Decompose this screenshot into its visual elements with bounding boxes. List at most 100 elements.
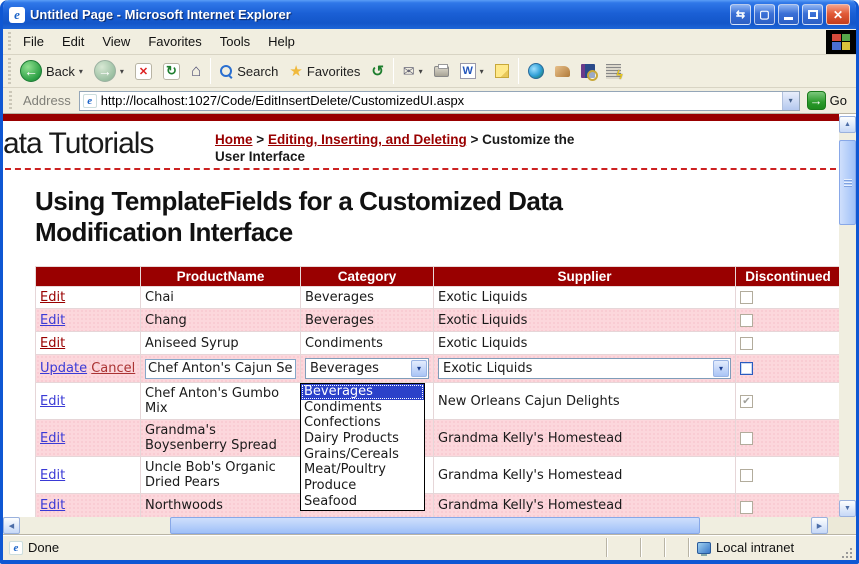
discontinued-checkbox xyxy=(740,291,753,304)
stop-button[interactable]: ✕ xyxy=(130,61,157,82)
scroll-left-button[interactable]: ◀ xyxy=(3,517,20,534)
zone-label: Local intranet xyxy=(716,540,794,555)
table-row: Edit Chef Anton's Gumbo Mix New Orleans … xyxy=(36,383,841,420)
breadcrumb: Home > Editing, Inserting, and Deleting … xyxy=(215,131,577,165)
favorites-button[interactable]: ★ Favorites xyxy=(284,60,365,82)
select-arrow-icon[interactable]: ▾ xyxy=(411,360,427,377)
title-bar: e Untitled Page - Microsoft Internet Exp… xyxy=(3,0,856,29)
toolbar-grip[interactable] xyxy=(8,58,11,84)
header-supplier: Supplier xyxy=(434,267,736,287)
supplier-cell: Exotic Liquids xyxy=(434,287,736,309)
window-arrows-button[interactable]: ⇆ xyxy=(730,4,751,25)
edit-link[interactable]: Edit xyxy=(40,468,65,483)
scrollbar-corner xyxy=(839,517,856,534)
select-arrow-icon[interactable]: ▾ xyxy=(713,360,729,377)
dropdown-option[interactable]: Confections xyxy=(301,415,424,431)
window-popout-button[interactable]: ▢ xyxy=(754,4,775,25)
toolbar-grip[interactable] xyxy=(8,32,11,51)
discontinued-checkbox xyxy=(740,501,753,514)
menu-view[interactable]: View xyxy=(93,31,139,52)
dropdown-option[interactable]: Grains/Cereals xyxy=(301,447,424,463)
cancel-link[interactable]: Cancel xyxy=(91,361,135,376)
window-title: Untitled Page - Microsoft Internet Explo… xyxy=(30,7,725,22)
table-row: Edit Uncle Bob's Organic Dried Pears Gra… xyxy=(36,457,841,494)
menu-edit[interactable]: Edit xyxy=(53,31,93,52)
history-button[interactable]: ↺ xyxy=(366,60,389,82)
scroll-up-button[interactable]: ▲ xyxy=(839,116,856,133)
globe-search-icon xyxy=(528,63,544,79)
products-gridview: ProductName Category Supplier Discontinu… xyxy=(35,266,841,531)
address-url[interactable]: http://localhost:1027/Code/EditInsertDel… xyxy=(101,93,778,108)
search-label: Search xyxy=(237,64,278,79)
update-link[interactable]: Update xyxy=(40,361,87,376)
local-intranet-icon xyxy=(697,542,711,554)
category-cell: Condiments xyxy=(301,332,434,355)
category-select[interactable]: Beverages ▾ xyxy=(305,358,429,379)
vertical-scrollbar[interactable]: ▲ ▼ xyxy=(839,116,856,517)
discontinued-checkbox-checked: ✔ xyxy=(740,395,753,408)
edit-link[interactable]: Edit xyxy=(40,394,65,409)
chevron-down-icon: ▾ xyxy=(79,67,83,76)
product-name-input[interactable] xyxy=(145,359,296,379)
toolbar-grip[interactable] xyxy=(9,91,12,110)
home-button[interactable]: ⌂ xyxy=(186,59,206,83)
address-input[interactable]: e http://localhost:1027/Code/EditInsertD… xyxy=(79,91,800,111)
scroll-right-button[interactable]: ▶ xyxy=(811,517,828,534)
minimize-icon xyxy=(784,17,793,20)
scroll-down-button[interactable]: ▼ xyxy=(839,500,856,517)
search-button[interactable]: Search xyxy=(215,62,283,81)
dropdown-option[interactable]: Produce xyxy=(301,478,424,494)
mail-button[interactable]: ✉ ▾ xyxy=(398,61,428,82)
refresh-button[interactable]: ↻ xyxy=(158,61,185,82)
edit-link[interactable]: Edit xyxy=(40,431,65,446)
ie-logo-icon: e xyxy=(9,7,25,23)
horizontal-scrollbar[interactable]: ◀ ▶ xyxy=(3,517,828,534)
horizontal-scroll-thumb[interactable] xyxy=(170,517,700,534)
breadcrumb-section-link[interactable]: Editing, Inserting, and Deleting xyxy=(268,132,467,147)
menu-favorites[interactable]: Favorites xyxy=(139,31,210,52)
go-button[interactable]: → Go xyxy=(805,90,853,111)
supplier-select[interactable]: Exotic Liquids ▾ xyxy=(438,358,731,379)
refresh-icon: ↻ xyxy=(163,63,180,80)
edit-link[interactable]: Edit xyxy=(40,290,65,305)
vertical-scroll-thumb[interactable] xyxy=(839,140,856,225)
product-cell: Chef Anton's Gumbo Mix xyxy=(141,383,301,420)
security-zone: Local intranet xyxy=(688,538,838,557)
notes-button[interactable] xyxy=(490,62,514,80)
close-button[interactable]: ✕ xyxy=(826,4,850,25)
menu-file[interactable]: File xyxy=(14,31,53,52)
edit-link[interactable]: Edit xyxy=(40,336,65,351)
discontinued-checkbox xyxy=(740,337,753,350)
edit-link[interactable]: Edit xyxy=(40,498,65,513)
menu-tools[interactable]: Tools xyxy=(211,31,259,52)
messenger-icon xyxy=(555,66,570,77)
back-button[interactable]: ← Back ▾ xyxy=(15,58,88,84)
encoder-button[interactable] xyxy=(601,62,626,81)
table-row: Edit Aniseed Syrup Condiments Exotic Liq… xyxy=(36,332,841,355)
dropdown-option[interactable]: Condiments xyxy=(301,400,424,416)
favorites-star-icon: ★ xyxy=(289,62,302,80)
dropdown-option[interactable]: Dairy Products xyxy=(301,431,424,447)
web-search-button[interactable] xyxy=(523,61,549,81)
discontinued-checkbox[interactable] xyxy=(740,362,753,375)
dropdown-option-selected[interactable]: Beverages xyxy=(301,384,424,400)
resize-grip[interactable] xyxy=(838,544,854,560)
forward-button[interactable]: → ▾ xyxy=(89,58,129,84)
research-button[interactable] xyxy=(576,62,600,80)
breadcrumb-home-link[interactable]: Home xyxy=(215,132,253,147)
messenger-button[interactable] xyxy=(550,64,575,79)
toolbar-separator xyxy=(518,58,519,84)
dropdown-option[interactable]: Seafood xyxy=(301,494,424,510)
standard-toolbar: ← Back ▾ → ▾ ✕ ↻ ⌂ Search ★ Favorites ↺ xyxy=(3,55,856,88)
home-icon: ⌂ xyxy=(191,61,201,81)
edit-link[interactable]: Edit xyxy=(40,313,65,328)
minimize-button[interactable] xyxy=(778,4,799,25)
dropdown-option[interactable]: Meat/Poultry xyxy=(301,462,424,478)
address-dropdown-button[interactable]: ▾ xyxy=(782,92,799,110)
edit-word-button[interactable]: W ▾ xyxy=(455,61,489,81)
window-controls: ⇆ ▢ ✕ xyxy=(730,4,850,25)
menu-help[interactable]: Help xyxy=(259,31,304,52)
category-cell: Beverages xyxy=(301,287,434,309)
print-button[interactable] xyxy=(429,64,454,79)
maximize-button[interactable] xyxy=(802,4,823,25)
